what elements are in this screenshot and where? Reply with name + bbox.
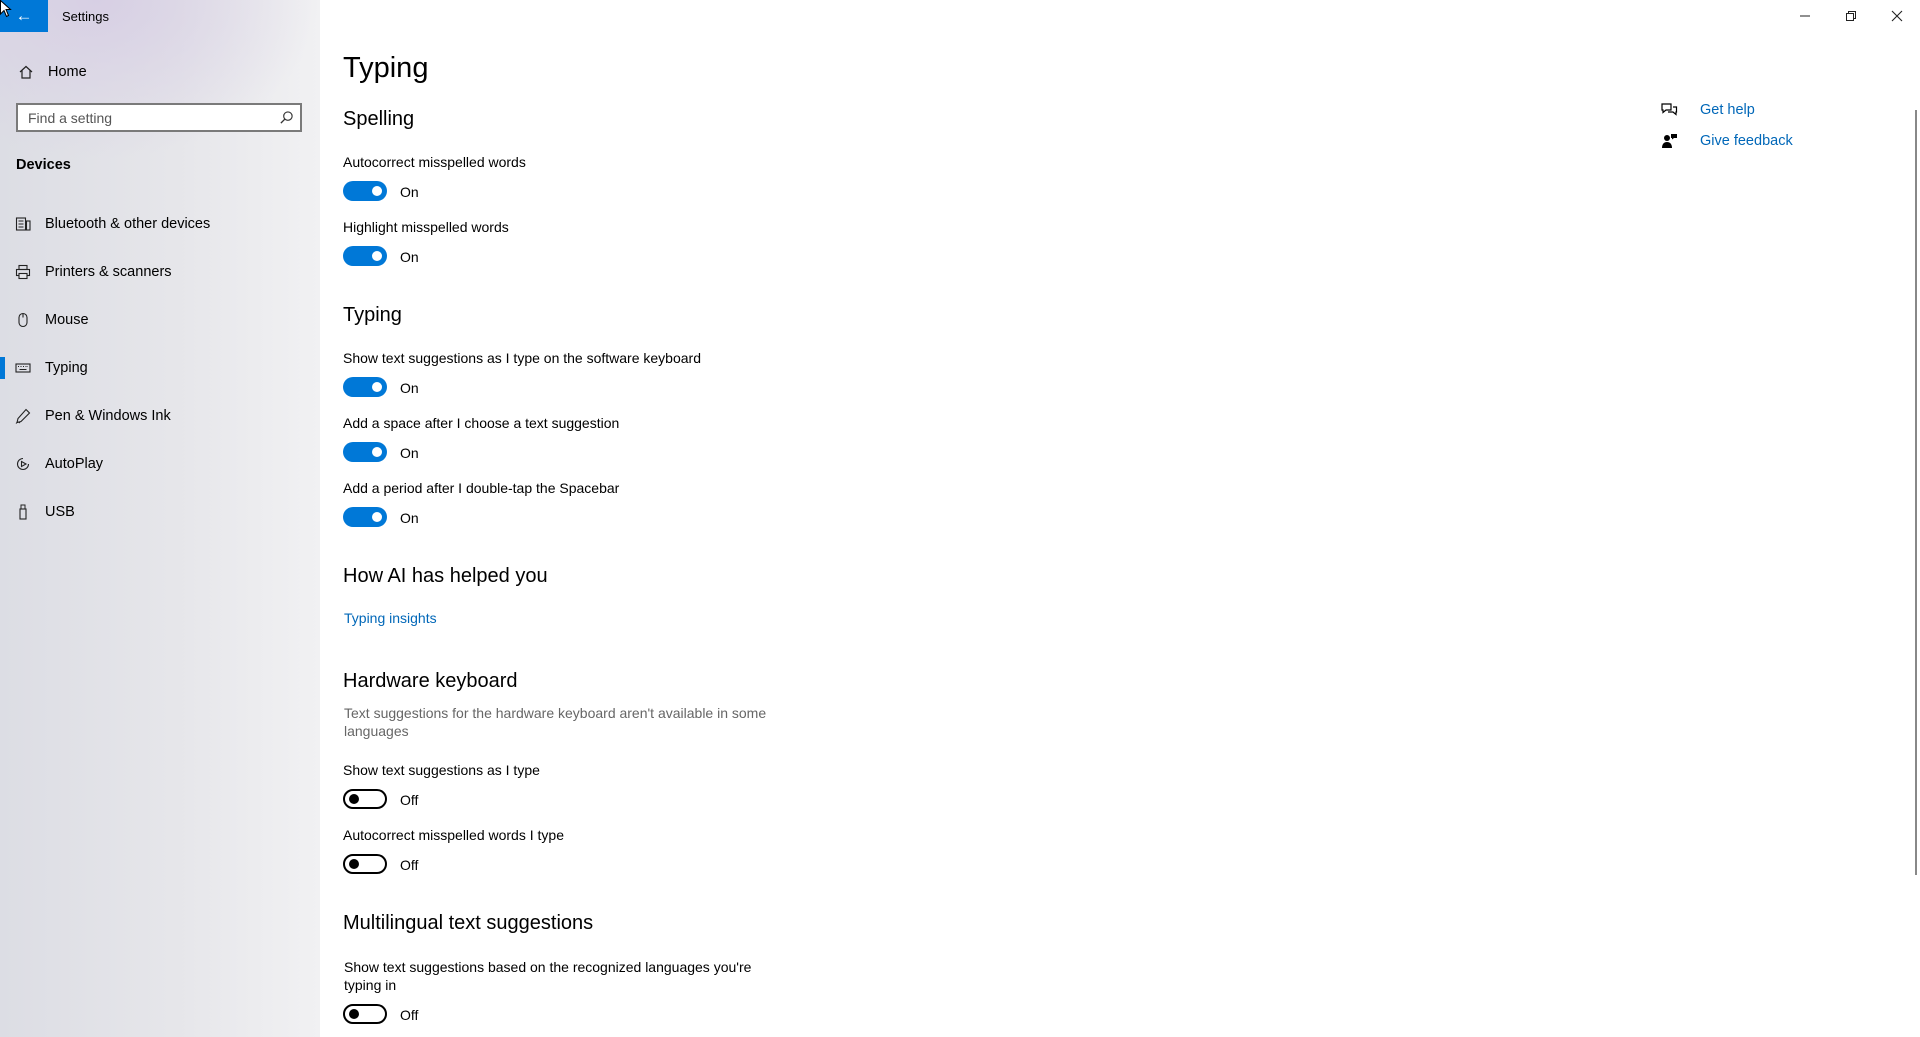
sidebar-item-autoplay[interactable]: AutoPlay (0, 444, 320, 484)
sidebar-item-label: Typing (45, 360, 88, 376)
bluetooth-devices-icon (15, 216, 31, 232)
sidebar-item-typing[interactable]: Typing (0, 348, 320, 388)
sidebar-item-pen[interactable]: Pen & Windows Ink (0, 396, 320, 436)
hardware-suggestions-toggle[interactable] (343, 789, 387, 809)
sidebar-item-label: AutoPlay (45, 456, 104, 472)
sidebar-item-label: USB (45, 504, 75, 520)
hardware-autocorrect-toggle[interactable] (343, 854, 387, 874)
section-title-spelling: Spelling (343, 108, 415, 130)
scrollbar[interactable] (1915, 110, 1917, 875)
toggle-state: On (400, 184, 419, 200)
section-title-typing: Typing (343, 304, 402, 326)
home-label: Home (48, 64, 87, 80)
restore-icon (1846, 11, 1856, 21)
mouse-cursor-icon (0, 0, 12, 18)
sidebar-item-label: Mouse (45, 312, 89, 328)
toggle-state: On (400, 445, 419, 461)
get-help-link[interactable]: Get help (1660, 101, 1755, 119)
sidebar-item-label: Pen & Windows Ink (45, 408, 171, 424)
get-help-icon (1661, 103, 1678, 116)
setting-label: Highlight misspelled words (343, 219, 509, 235)
section-title-multilingual: Multilingual text suggestions (343, 912, 594, 934)
sidebar-item-label: Bluetooth & other devices (45, 216, 211, 232)
search-box[interactable] (16, 103, 302, 132)
text-suggestions-software-toggle[interactable] (343, 377, 387, 397)
sidebar-item-printers[interactable]: Printers & scanners (0, 252, 320, 292)
toggle-state: Off (400, 792, 419, 808)
setting-label: Add a period after I double-tap the Spac… (343, 480, 620, 496)
setting-label: Autocorrect misspelled words (343, 154, 526, 170)
sidebar-item-label: Printers & scanners (45, 264, 172, 280)
close-icon (1891, 10, 1903, 22)
add-space-toggle[interactable] (343, 442, 387, 462)
sidebar-item-bluetooth[interactable]: Bluetooth & other devices (0, 204, 320, 244)
back-arrow-icon: ← (15, 6, 33, 25)
give-feedback-label: Give feedback (1700, 133, 1793, 149)
setting-label: Autocorrect misspelled words I type (343, 827, 564, 843)
multilingual-suggestions-toggle[interactable] (343, 1004, 387, 1024)
add-period-toggle[interactable] (343, 507, 387, 527)
sidebar-item-usb[interactable]: USB (0, 492, 320, 532)
close-button[interactable] (1874, 0, 1920, 32)
restore-button[interactable] (1828, 0, 1874, 32)
printer-icon (15, 264, 31, 280)
sidebar: ← Settings Home Devices Bluetooth & othe… (0, 0, 320, 1037)
usb-icon (15, 504, 31, 520)
home-icon (18, 64, 34, 80)
setting-label: Show text suggestions based on the recog… (344, 959, 752, 993)
minimize-button[interactable] (1782, 0, 1828, 32)
toggle-state: On (400, 249, 419, 265)
app-title: Settings (62, 9, 109, 24)
get-help-label: Get help (1700, 102, 1755, 118)
setting-label: Show text suggestions as I type on the s… (343, 350, 701, 366)
keyboard-icon (15, 360, 31, 376)
group-title: Devices (16, 157, 71, 173)
page-title: Typing (343, 52, 429, 84)
autocorrect-toggle[interactable] (343, 181, 387, 201)
home-nav-item[interactable]: Home (0, 52, 320, 92)
search-icon[interactable] (279, 110, 294, 125)
toggle-state: On (400, 510, 419, 526)
toggle-state: Off (400, 1007, 419, 1023)
toggle-state: On (400, 380, 419, 396)
toggle-state: Off (400, 857, 419, 873)
minimize-icon (1800, 15, 1810, 17)
sidebar-item-mouse[interactable]: Mouse (0, 300, 320, 340)
mouse-icon (15, 312, 31, 328)
autoplay-icon (15, 456, 31, 472)
give-feedback-link[interactable]: Give feedback (1660, 132, 1793, 150)
give-feedback-icon (1662, 134, 1677, 148)
hardware-description: Text suggestions for the hardware keyboa… (344, 705, 767, 739)
typing-insights-link[interactable]: Typing insights (344, 610, 437, 626)
pen-icon (15, 408, 31, 424)
section-title-ai: How AI has helped you (343, 565, 548, 587)
setting-label: Add a space after I choose a text sugges… (343, 415, 620, 431)
highlight-misspelled-toggle[interactable] (343, 246, 387, 266)
setting-label: Show text suggestions as I type (343, 762, 540, 778)
section-title-hardware: Hardware keyboard (343, 670, 518, 692)
search-input[interactable] (26, 109, 270, 127)
